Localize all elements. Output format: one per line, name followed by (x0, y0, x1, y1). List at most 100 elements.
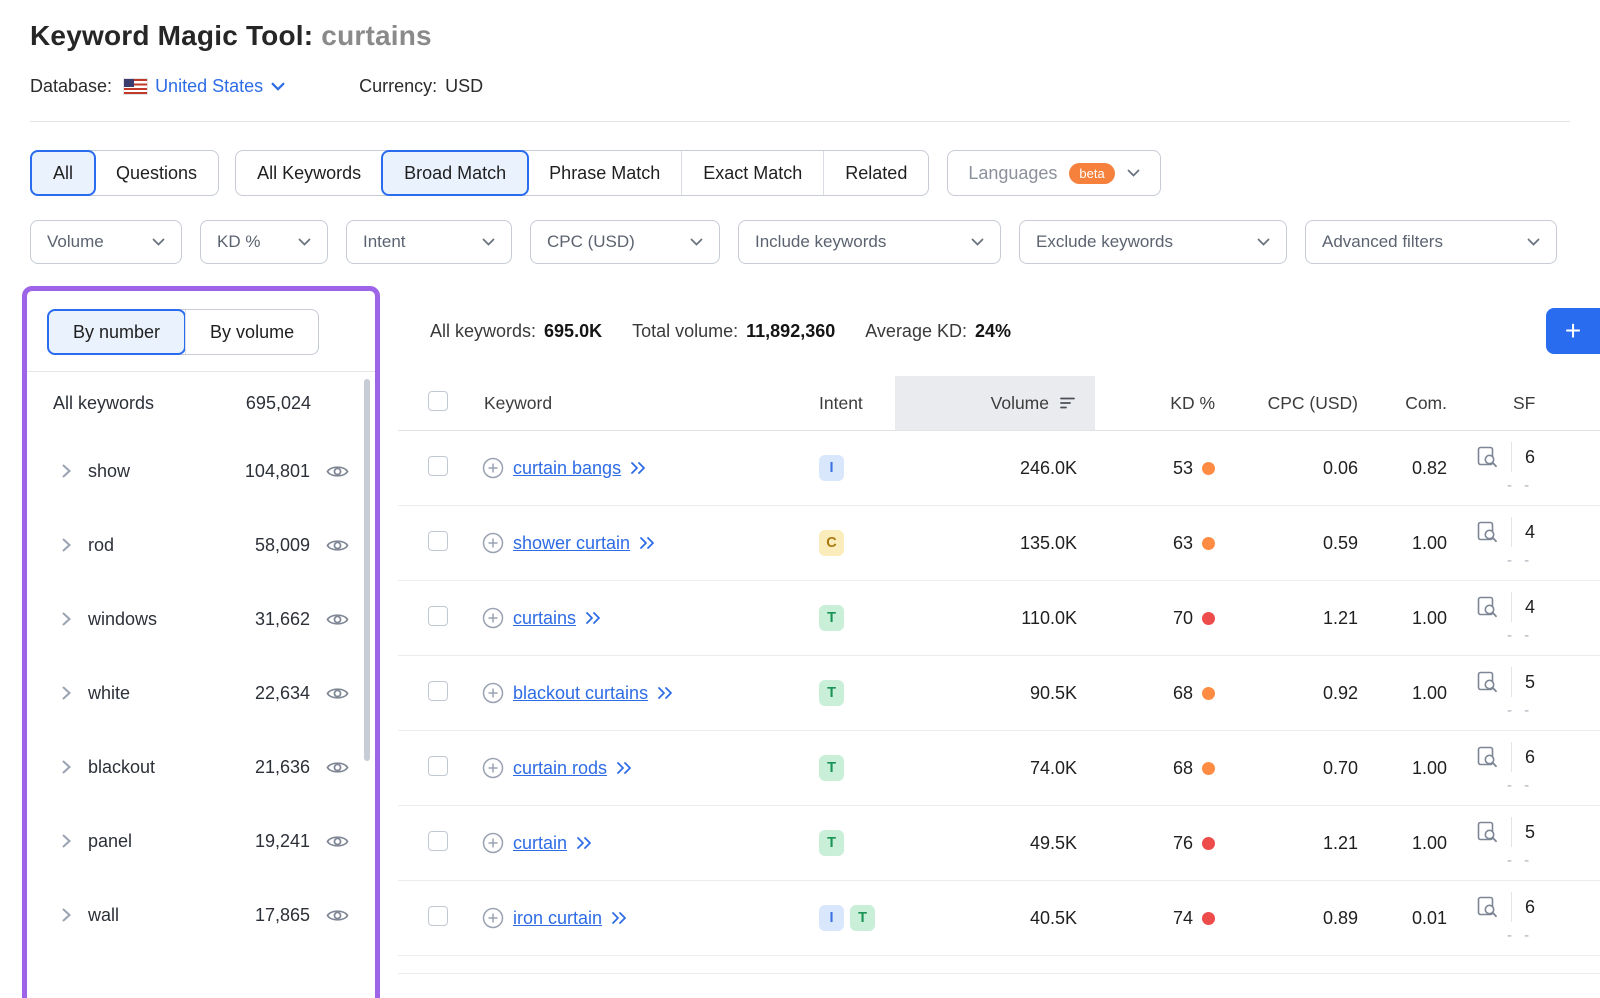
chevron-down-icon (298, 238, 311, 246)
sidebar-group-wall[interactable]: wall 17,865 (27, 878, 375, 952)
group-count: 17,865 (255, 905, 310, 926)
keyword-link[interactable]: blackout curtains (513, 683, 648, 704)
content-area: By numberBy volume All keywords 695,024 … (0, 286, 1600, 998)
add-keyword-icon[interactable] (482, 682, 504, 704)
chevron-down-icon (1527, 238, 1540, 246)
sf-cell: 6 - - (1465, 442, 1600, 494)
row-checkbox[interactable] (428, 756, 448, 776)
kd-value: 70 (1173, 608, 1193, 629)
expand-keyword-icon[interactable] (630, 461, 647, 475)
serp-preview-icon[interactable] (1477, 896, 1498, 919)
tab-exact-match[interactable]: Exact Match (681, 151, 823, 195)
row-checkbox-cell (398, 606, 474, 631)
languages-dropdown[interactable]: Languages beta (947, 150, 1160, 196)
serp-preview-icon[interactable] (1477, 746, 1498, 769)
row-checkbox[interactable] (428, 681, 448, 701)
expand-keyword-icon[interactable] (639, 536, 656, 550)
add-keyword-icon[interactable] (482, 907, 504, 929)
add-keyword-icon[interactable] (482, 607, 504, 629)
tab-related[interactable]: Related (823, 151, 928, 195)
row-checkbox[interactable] (428, 531, 448, 551)
group-label: rod (88, 535, 114, 556)
serp-preview-icon[interactable] (1477, 521, 1498, 544)
toggle-by-volume[interactable]: By volume (185, 310, 318, 354)
eye-icon[interactable] (326, 833, 349, 850)
tab-phrase-match[interactable]: Phrase Match (528, 151, 681, 195)
sidebar-group-blackout[interactable]: blackout 21,636 (27, 730, 375, 804)
keyword-link[interactable]: curtain (513, 833, 567, 854)
database-selector[interactable]: United States (155, 76, 285, 97)
keyword-link[interactable]: curtain bangs (513, 458, 621, 479)
tab-all[interactable]: All (30, 150, 96, 196)
filter-include-keywords[interactable]: Include keywords (738, 220, 1001, 264)
select-all-cell (398, 391, 474, 416)
eye-icon[interactable] (326, 907, 349, 924)
expand-keyword-icon[interactable] (576, 836, 593, 850)
kd-cell: 70 (1095, 608, 1225, 629)
group-label: blackout (88, 757, 155, 778)
group-count: 19,241 (255, 831, 310, 852)
expand-keyword-icon[interactable] (611, 911, 628, 925)
summary-average-kd: Average KD:24% (865, 321, 1011, 342)
keyword-link[interactable]: shower curtain (513, 533, 630, 554)
select-all-checkbox[interactable] (428, 391, 448, 411)
expand-keyword-icon[interactable] (585, 611, 602, 625)
sf-divider (1511, 592, 1512, 622)
row-checkbox[interactable] (428, 606, 448, 626)
expand-keyword-icon[interactable] (616, 761, 633, 775)
sidebar-group-panel[interactable]: panel 19,241 (27, 804, 375, 878)
cpc-value: 1.21 (1225, 608, 1370, 629)
eye-icon[interactable] (326, 611, 349, 628)
serp-preview-icon[interactable] (1477, 821, 1498, 844)
add-keyword-icon[interactable] (482, 757, 504, 779)
chevron-down-icon (152, 238, 165, 246)
serp-preview-icon[interactable] (1477, 596, 1498, 619)
database-value: United States (155, 76, 263, 97)
tab-questions[interactable]: Questions (95, 151, 218, 195)
us-flag-icon (124, 79, 147, 94)
add-keyword-icon[interactable] (482, 532, 504, 554)
filter-intent[interactable]: Intent (346, 220, 512, 264)
tab-broad-match[interactable]: Broad Match (381, 150, 529, 196)
sidebar-scrollbar[interactable] (364, 379, 370, 761)
volume-value: 40.5K (1030, 908, 1077, 928)
sidebar-group-windows[interactable]: windows 31,662 (27, 582, 375, 656)
toggle-by-number[interactable]: By number (47, 309, 186, 355)
row-checkbox[interactable] (428, 456, 448, 476)
summary-total-volume: Total volume:11,892,360 (632, 321, 835, 342)
add-keyword-icon[interactable] (482, 457, 504, 479)
serp-preview-icon[interactable] (1477, 671, 1498, 694)
row-checkbox[interactable] (428, 906, 448, 926)
expand-keyword-icon[interactable] (657, 686, 674, 700)
eye-icon[interactable] (326, 685, 349, 702)
sidebar-group-white[interactable]: white 22,634 (27, 656, 375, 730)
sidebar-group-rod[interactable]: rod 58,009 (27, 508, 375, 582)
add-keyword-icon[interactable] (482, 832, 504, 854)
keyword-link[interactable]: curtains (513, 608, 576, 629)
chevron-down-icon (690, 238, 703, 246)
toggle-label: By volume (210, 322, 294, 343)
filter-volume[interactable]: Volume (30, 220, 182, 264)
keyword-link[interactable]: curtain rods (513, 758, 607, 779)
all-keywords-row[interactable]: All keywords 695,024 (27, 372, 375, 434)
eye-icon[interactable] (326, 759, 349, 776)
filter-advanced-filters[interactable]: Advanced filters (1305, 220, 1557, 264)
currency-label: Currency: (359, 76, 437, 97)
tab-all-keywords[interactable]: All Keywords (236, 151, 382, 195)
eye-icon[interactable] (326, 537, 349, 554)
sidebar-group-show[interactable]: show 104,801 (27, 434, 375, 508)
sf-dashes: - - (1507, 477, 1533, 494)
eye-icon[interactable] (326, 463, 349, 480)
add-to-list-button[interactable]: + (1546, 308, 1600, 354)
chevron-down-icon (1257, 238, 1270, 246)
row-checkbox-cell (398, 906, 474, 931)
sf-dashes: - - (1507, 777, 1533, 794)
filter-exclude-keywords[interactable]: Exclude keywords (1019, 220, 1287, 264)
filter-kd[interactable]: KD % (200, 220, 328, 264)
col-volume[interactable]: Volume (895, 376, 1095, 430)
row-checkbox[interactable] (428, 831, 448, 851)
filter-cpc-usd[interactable]: CPC (USD) (530, 220, 720, 264)
keyword-link[interactable]: iron curtain (513, 908, 602, 929)
row-checkbox-cell (398, 831, 474, 856)
serp-preview-icon[interactable] (1477, 446, 1498, 469)
